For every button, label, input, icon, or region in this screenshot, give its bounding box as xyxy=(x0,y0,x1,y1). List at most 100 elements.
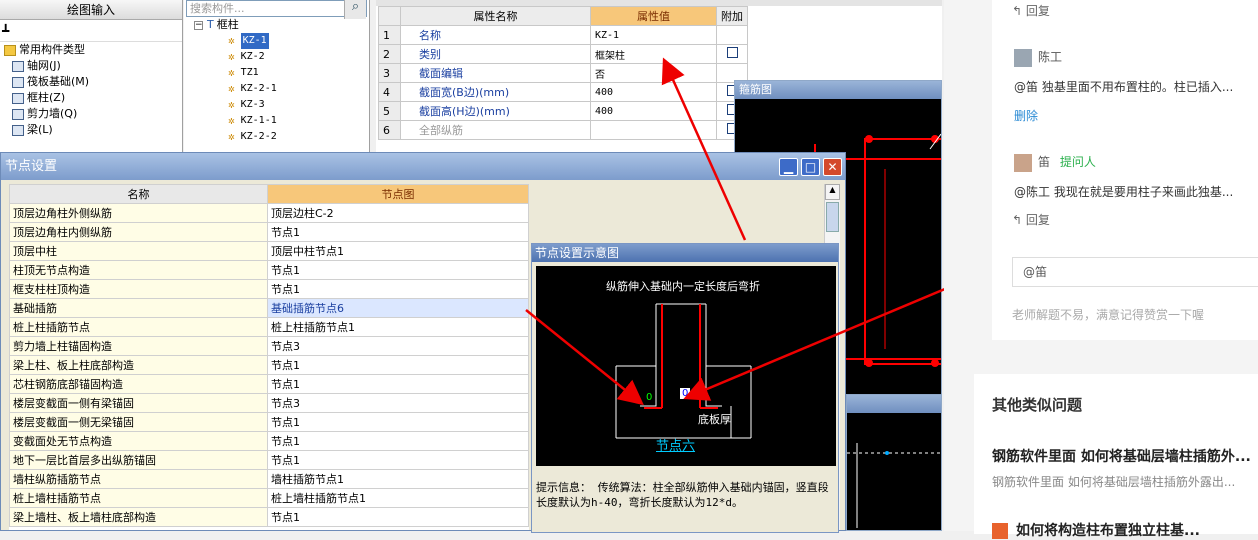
node-row[interactable]: 梁上柱、板上柱底部构造 节点1 xyxy=(9,355,529,375)
col-extra: 附加 xyxy=(716,6,748,26)
similar-question-2[interactable]: 如何将构造柱布置独立柱基... xyxy=(992,520,1200,540)
property-row[interactable]: 5 截面高(H边)(mm) 400 xyxy=(378,101,748,121)
comment-author-2: 笛 提问人 xyxy=(1014,153,1096,172)
node-diagram-value[interactable]: 节点1 xyxy=(267,279,529,299)
node-name: 楼层变截面一侧无梁锚固 xyxy=(9,412,268,432)
node-diagram-value[interactable]: 节点1 xyxy=(267,431,529,451)
nav-item-label: 常用构件类型 xyxy=(19,43,85,56)
tree-item-label: KZ-1-1 xyxy=(240,115,277,126)
node-diagram-value[interactable]: 节点1 xyxy=(267,507,529,527)
node-diagram-value[interactable]: 顶层边柱C-2 xyxy=(267,203,529,223)
shear-wall-icon xyxy=(12,108,24,120)
node-row[interactable]: 顶层边角柱外侧纵筋 顶层边柱C-2 xyxy=(9,203,529,223)
nav-item[interactable]: 剪力墙(Q) xyxy=(2,106,182,122)
property-name: 全部纵筋 xyxy=(400,120,591,140)
node-diagram-value[interactable]: 节点1 xyxy=(267,222,529,242)
property-row[interactable]: 4 截面宽(B边)(mm) 400 xyxy=(378,82,748,102)
nav-item[interactable]: 常用构件类型 xyxy=(2,42,182,58)
component-icon: ✲ xyxy=(228,66,235,79)
minimize-button[interactable]: ▁ xyxy=(779,158,798,176)
node-row[interactable]: 剪力墙上柱锚固构造 节点3 xyxy=(9,336,529,356)
node-row[interactable]: 芯柱钢筋底部锚固构造 节点1 xyxy=(9,374,529,394)
property-row[interactable]: 6 全部纵筋 xyxy=(378,120,748,140)
schematic-canvas: 纵筋伸入基础内一定长度后弯折 0 0 底板厚 节点六 xyxy=(536,266,836,466)
property-name: 截面宽(B边)(mm) xyxy=(400,82,591,102)
node-name: 楼层变截面一侧有梁锚固 xyxy=(9,393,268,413)
tree-item[interactable]: ✲ TZ1 xyxy=(184,65,369,81)
maximize-button[interactable]: □ xyxy=(801,158,820,176)
node-name: 梁上柱、板上柱底部构造 xyxy=(9,355,268,375)
property-value[interactable]: 400 xyxy=(590,82,717,102)
property-value[interactable]: KZ-1 xyxy=(590,25,717,45)
close-button[interactable]: ✕ xyxy=(823,158,842,176)
search-icon[interactable]: ⌕ xyxy=(344,0,366,19)
property-value[interactable]: 框架柱 xyxy=(590,44,717,64)
node-diagram-value[interactable]: 节点1 xyxy=(267,374,529,394)
component-search-input[interactable]: 搜索构件... ⌕ xyxy=(186,0,367,19)
node-row[interactable]: 柱顶无节点构造 节点1 xyxy=(9,260,529,280)
collapse-icon[interactable]: − xyxy=(194,20,203,30)
tree-item[interactable]: ✲ KZ-1-1 xyxy=(184,113,369,129)
reply-link-2[interactable]: ↰ 回复 xyxy=(1012,211,1050,228)
node-row[interactable]: 基础插筋 基础插筋节点6 xyxy=(9,298,529,318)
property-value[interactable] xyxy=(590,120,717,140)
tree-item[interactable]: ✲ KZ-2-2 xyxy=(184,129,369,145)
node-row[interactable]: 桩上墙柱插筋节点 桩上墙柱插筋节点1 xyxy=(9,488,529,508)
node-diagram-value[interactable]: 桩上墙柱插筋节点1 xyxy=(267,488,529,508)
similar-question-1[interactable]: 钢筋软件里面 如何将基础层墙柱插筋外... xyxy=(992,446,1251,466)
node-row[interactable]: 变截面处无节点构造 节点1 xyxy=(9,431,529,451)
property-value[interactable]: 否 xyxy=(590,63,717,83)
column-icon: T xyxy=(207,18,214,31)
value-box-0[interactable]: 0 xyxy=(646,392,652,403)
property-name: 截面编辑 xyxy=(400,63,591,83)
nav-item-label: 轴网(J) xyxy=(27,59,61,72)
node-row[interactable]: 楼层变截面一侧有梁锚固 节点3 xyxy=(9,393,529,413)
tree-item[interactable]: ✲ KZ-3 xyxy=(184,97,369,113)
nav-item[interactable]: 筏板基础(M) xyxy=(2,74,182,90)
node-row[interactable]: 梁上墙柱、板上墙柱底部构造 节点1 xyxy=(9,507,529,527)
property-row[interactable]: 2 类别 框架柱 xyxy=(378,44,748,64)
dialog-title: 节点设置 xyxy=(1,153,845,180)
node-row[interactable]: 框支柱柱顶构造 节点1 xyxy=(9,279,529,299)
tree-item[interactable]: ✲ KZ-2 xyxy=(184,49,369,65)
tree-root[interactable]: − T 框柱 xyxy=(184,17,369,33)
node-diagram-value[interactable]: 基础插筋节点6 xyxy=(267,298,529,318)
nav-item[interactable]: 轴网(J) xyxy=(2,58,182,74)
tree-item[interactable]: ✲ KZ-2-1 xyxy=(184,81,369,97)
value-box-1[interactable]: 0 xyxy=(680,388,691,399)
component-icon: ✲ xyxy=(228,50,235,63)
property-name: 类别 xyxy=(400,44,591,64)
node-row[interactable]: 地下一层比首层多出纵筋锚固 节点1 xyxy=(9,450,529,470)
node-name: 柱顶无节点构造 xyxy=(9,260,268,280)
node-row[interactable]: 顶层中柱 顶层中柱节点1 xyxy=(9,241,529,261)
node-diagram-value[interactable]: 节点1 xyxy=(267,450,529,470)
property-value[interactable]: 400 xyxy=(590,101,717,121)
node-diagram-value[interactable]: 节点1 xyxy=(267,355,529,375)
reply-input[interactable]: @笛 xyxy=(1012,257,1258,287)
property-row[interactable]: 3 截面编辑否 xyxy=(378,63,748,83)
tree-item[interactable]: ✲ KZ-1 xyxy=(184,33,369,49)
attach-checkbox[interactable] xyxy=(726,47,738,58)
node-row[interactable]: 桩上柱插筋节点 桩上柱插筋节点1 xyxy=(9,317,529,337)
node-name: 框支柱柱顶构造 xyxy=(9,279,268,299)
node-diagram-value[interactable]: 节点1 xyxy=(267,412,529,432)
node-diagram-value[interactable]: 节点3 xyxy=(267,336,529,356)
row-number: 2 xyxy=(378,44,401,64)
node-row[interactable]: 墙柱纵筋插筋节点 墙柱插筋节点1 xyxy=(9,469,529,489)
node-diagram-value[interactable]: 节点3 xyxy=(267,393,529,413)
node-diagram-value[interactable]: 桩上柱插筋节点1 xyxy=(267,317,529,337)
nav-item[interactable]: 梁(L) xyxy=(2,122,182,138)
node-diagram-value[interactable]: 顶层中柱节点1 xyxy=(267,241,529,261)
qa-badge-icon xyxy=(992,523,1008,539)
property-row[interactable]: 1 名称 KZ-1 xyxy=(378,25,748,45)
similar-questions-card: 其他类似问题 钢筋软件里面 如何将基础层墙柱插筋外... 钢筋软件里面 如何将基… xyxy=(974,374,1258,539)
node-diagram-value[interactable]: 墙柱插筋节点1 xyxy=(267,469,529,489)
avatar xyxy=(1014,153,1032,172)
nav-item[interactable]: 框柱(Z) xyxy=(2,90,182,106)
reply-link-1[interactable]: ↰ 回复 xyxy=(1012,2,1050,19)
node-row[interactable]: 顶层边角柱内侧纵筋 节点1 xyxy=(9,222,529,242)
delete-link[interactable]: 删除 xyxy=(1014,107,1038,124)
comment-card: ↰ 回复 陈工 @笛 独基里面不用布置柱的。柱已插入... 删除 笛 提问人 @… xyxy=(992,0,1258,340)
node-diagram-value[interactable]: 节点1 xyxy=(267,260,529,280)
node-row[interactable]: 楼层变截面一侧无梁锚固 节点1 xyxy=(9,412,529,432)
